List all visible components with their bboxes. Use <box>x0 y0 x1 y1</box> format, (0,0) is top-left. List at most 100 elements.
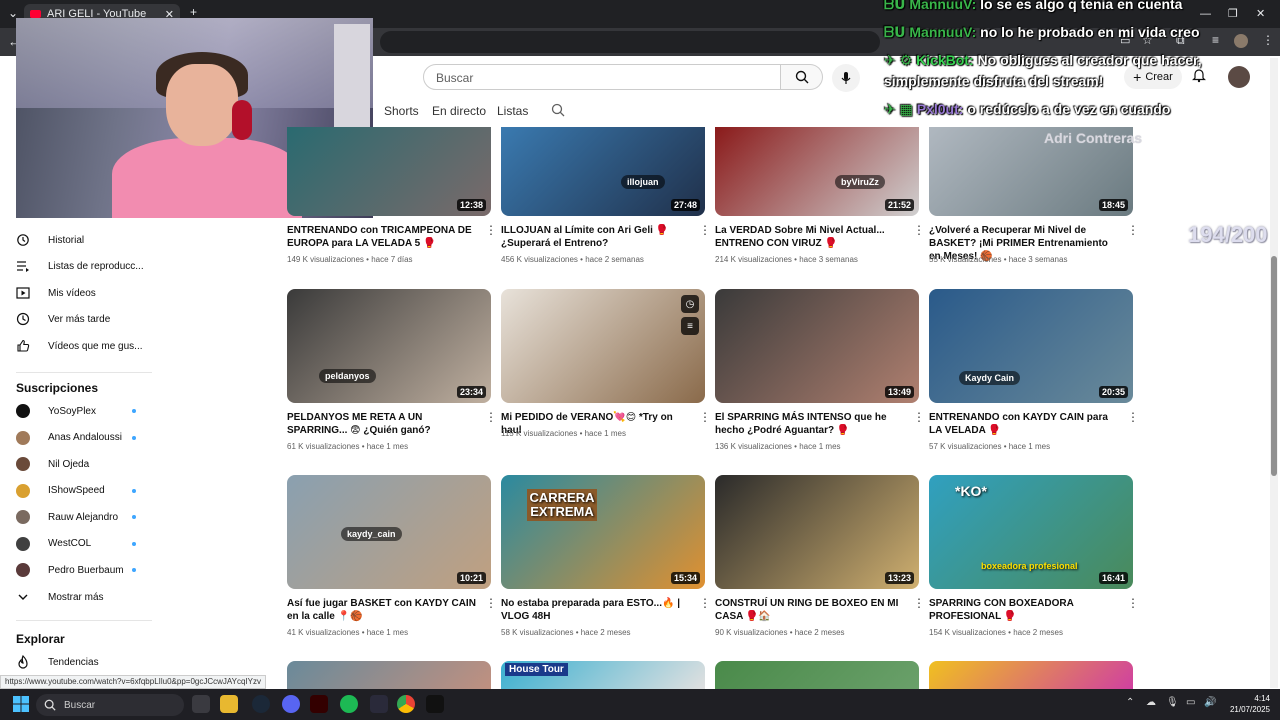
add-to-queue-icon[interactable]: ≡ <box>681 317 699 335</box>
channel-avatar <box>16 536 30 551</box>
video-thumbnail[interactable]: ◷ ≡ <box>501 289 705 403</box>
video-card[interactable]: illojuan 27:48 ILLOJUAN al Límite con Ari … <box>501 102 711 282</box>
sidebar-item-history[interactable]: Historial <box>16 230 156 250</box>
video-title[interactable]: El SPARRING MÁS INTENSO que he hecho ¿Po… <box>715 411 905 437</box>
taskbar-clock[interactable]: 4:14 21/07/2025 <box>1222 693 1270 715</box>
tray-chevron-icon[interactable]: ⌃ <box>1126 697 1134 708</box>
video-menu-icon[interactable]: ⋮ <box>699 411 711 426</box>
video-title[interactable]: No estaba preparada para ESTO...🔥 | VLOG… <box>501 597 691 623</box>
video-card[interactable]: Kaydy Cain 20:35 ENTRENANDO con KAYDY CAIN… <box>929 289 1139 469</box>
video-card[interactable]: kaydy_cain 10:21 Así fue jugar BASKET con … <box>287 475 497 655</box>
subscription-item[interactable]: Nil Ojeda <box>16 454 136 474</box>
sidebar-item-like[interactable]: Vídeos que me gus... <box>16 336 156 356</box>
video-menu-icon[interactable]: ⋮ <box>1127 597 1139 612</box>
tray-mic-icon[interactable]: 🎙 <box>1166 697 1179 708</box>
video-views: 58 K visualizaciones <box>501 628 574 637</box>
video-menu-icon[interactable]: ⋮ <box>699 224 711 239</box>
video-thumbnail[interactable]: House Tour <box>501 661 705 689</box>
voice-search-button[interactable] <box>832 64 860 92</box>
video-thumbnail[interactable]: boxeadora profesional *KO* 16:41 <box>929 475 1133 589</box>
video-thumbnail[interactable]: kaydy_cain 10:21 <box>287 475 491 589</box>
chat-message: ᗷᑌ MannuuV: lo se es algo q tenia en cue… <box>884 0 1182 13</box>
video-card[interactable]: boxeadora profesional *KO* 16:41 SPARRING C… <box>929 475 1139 655</box>
video-menu-icon[interactable]: ⋮ <box>913 224 925 239</box>
search-input[interactable]: Buscar <box>423 64 781 90</box>
tray-cloud-icon[interactable]: ☁ <box>1146 697 1156 708</box>
subscription-item[interactable]: Rauw Alejandro <box>16 507 136 527</box>
tray-network-icon[interactable]: ▭ <box>1186 697 1195 708</box>
video-thumbnail[interactable]: 13:49 <box>715 289 919 403</box>
video-thumbnail[interactable]: 13:23 <box>715 475 919 589</box>
chat-text: no lo he probado en mi vida creo <box>980 24 1200 40</box>
subscription-item[interactable]: IShowSpeed <box>16 481 136 501</box>
address-bar[interactable] <box>380 31 880 53</box>
chat-message: Adri Contreras <box>1044 130 1142 146</box>
video-menu-icon[interactable]: ⋮ <box>1127 411 1139 426</box>
chat-message: simplemente disfruta del stream! <box>884 73 1103 89</box>
discord-icon[interactable] <box>282 695 300 713</box>
spotify-icon[interactable] <box>340 695 358 713</box>
subscription-item[interactable]: YoSoyPlex <box>16 401 136 421</box>
video-title[interactable]: La VERDAD Sobre Mi Nivel Actual... ENTRE… <box>715 224 905 250</box>
video-title[interactable]: PELDANYOS ME RETA A UN SPARRING... 😨 ¿Qu… <box>287 411 477 437</box>
search-icon <box>44 699 56 711</box>
chat-text: No obligues al creador que hacer, <box>977 52 1202 68</box>
thumbnail-text: House Tour <box>505 663 568 676</box>
video-menu-icon[interactable]: ⋮ <box>485 597 497 612</box>
illustrator-icon[interactable] <box>310 695 328 713</box>
video-title[interactable]: ENTRENANDO con KAYDY CAIN para LA VELADA… <box>929 411 1119 437</box>
tray-volume-icon[interactable]: 🔊 <box>1204 697 1216 708</box>
tiktok-icon[interactable] <box>426 695 444 713</box>
subscription-item[interactable]: Pedro Buerbaum <box>16 560 136 580</box>
video-title[interactable]: CONSTRUÍ UN RING DE BOXEO EN MI CASA 🥊🏠 <box>715 597 905 623</box>
video-thumbnail[interactable] <box>287 661 491 689</box>
video-menu-icon[interactable]: ⋮ <box>699 597 711 612</box>
scrollbar-thumb[interactable] <box>1271 256 1277 476</box>
video-thumbnail[interactable]: CARRERA EXTREMA 15:34 <box>501 475 705 589</box>
video-meta: 57 K visualizaciones • hace 1 mes <box>929 442 1051 451</box>
youtube-favicon-icon <box>30 10 41 18</box>
video-card[interactable]: 12:38 ENTRENANDO con TRICAMPEONA DE EUROP… <box>287 102 497 282</box>
video-menu-icon[interactable]: ⋮ <box>1127 224 1139 239</box>
sidebar-item-trending[interactable]: Tendencias <box>16 652 156 672</box>
video-card[interactable]: CARRERA EXTREMA 15:34 No estaba preparada … <box>501 475 711 655</box>
channel-tag-badge: illojuan <box>621 175 665 189</box>
file-explorer-icon[interactable] <box>220 695 238 713</box>
chrome-icon[interactable] <box>397 695 415 713</box>
new-tab-icon[interactable]: + <box>190 5 197 19</box>
watch-later-icon[interactable]: ◷ <box>681 295 699 313</box>
video-thumbnail[interactable]: 12:38 <box>287 127 491 216</box>
task-view-icon[interactable] <box>192 695 210 713</box>
chat-text: Adri Contreras <box>1044 130 1143 146</box>
sidebar-item-watch-later[interactable]: Ver más tarde <box>16 309 156 329</box>
video-card[interactable]: 13:23 CONSTRUÍ UN RING DE BOXEO EN MI CAS… <box>715 475 925 655</box>
sidebar-item-my-videos[interactable]: Mis vídeos <box>16 283 156 303</box>
taskbar-search[interactable]: Buscar <box>36 694 184 716</box>
video-card[interactable]: 13:49 El SPARRING MÁS INTENSO que he hech… <box>715 289 925 469</box>
video-card[interactable]: ◷ ≡ Mi PEDIDO de VERANO💘😊 *Try on haul 115 … <box>501 289 711 469</box>
channel-avatar <box>16 457 30 471</box>
video-menu-icon[interactable]: ⋮ <box>913 411 925 426</box>
video-thumbnail[interactable]: Kaydy Cain 20:35 <box>929 289 1133 403</box>
video-title[interactable]: ENTRENANDO con TRICAMPEONA DE EUROPA par… <box>287 224 477 250</box>
video-card[interactable]: peldanyos 23:34 PELDANYOS ME RETA A UN SPA… <box>287 289 497 469</box>
video-age: hace 2 meses <box>1013 628 1063 637</box>
video-title[interactable]: SPARRING CON BOXEADORA PROFESIONAL 🥊 <box>929 597 1119 623</box>
search-button[interactable] <box>781 64 823 90</box>
video-thumbnail[interactable] <box>929 661 1133 689</box>
video-thumbnail[interactable]: illojuan 27:48 <box>501 127 705 216</box>
video-thumbnail[interactable]: peldanyos 23:34 <box>287 289 491 403</box>
video-title[interactable]: ILLOJUAN al Límite con Ari Geli 🥊 ¿Super… <box>501 224 691 250</box>
video-menu-icon[interactable]: ⋮ <box>485 224 497 239</box>
app-icon[interactable] <box>370 695 388 713</box>
video-thumbnail[interactable] <box>715 661 919 689</box>
windows-start-icon[interactable] <box>12 695 30 718</box>
video-title[interactable]: Así fue jugar BASKET con KAYDY CAIN en l… <box>287 597 477 623</box>
sidebar-item-playlist[interactable]: Listas de reproducc... <box>16 256 156 276</box>
video-menu-icon[interactable]: ⋮ <box>485 411 497 426</box>
video-menu-icon[interactable]: ⋮ <box>913 597 925 612</box>
steam-icon[interactable] <box>252 695 270 713</box>
subscription-item[interactable]: Anas Andaloussi <box>16 428 136 448</box>
show-more-button[interactable]: Mostrar más <box>16 587 156 607</box>
subscription-item[interactable]: WestCOL <box>16 534 136 554</box>
